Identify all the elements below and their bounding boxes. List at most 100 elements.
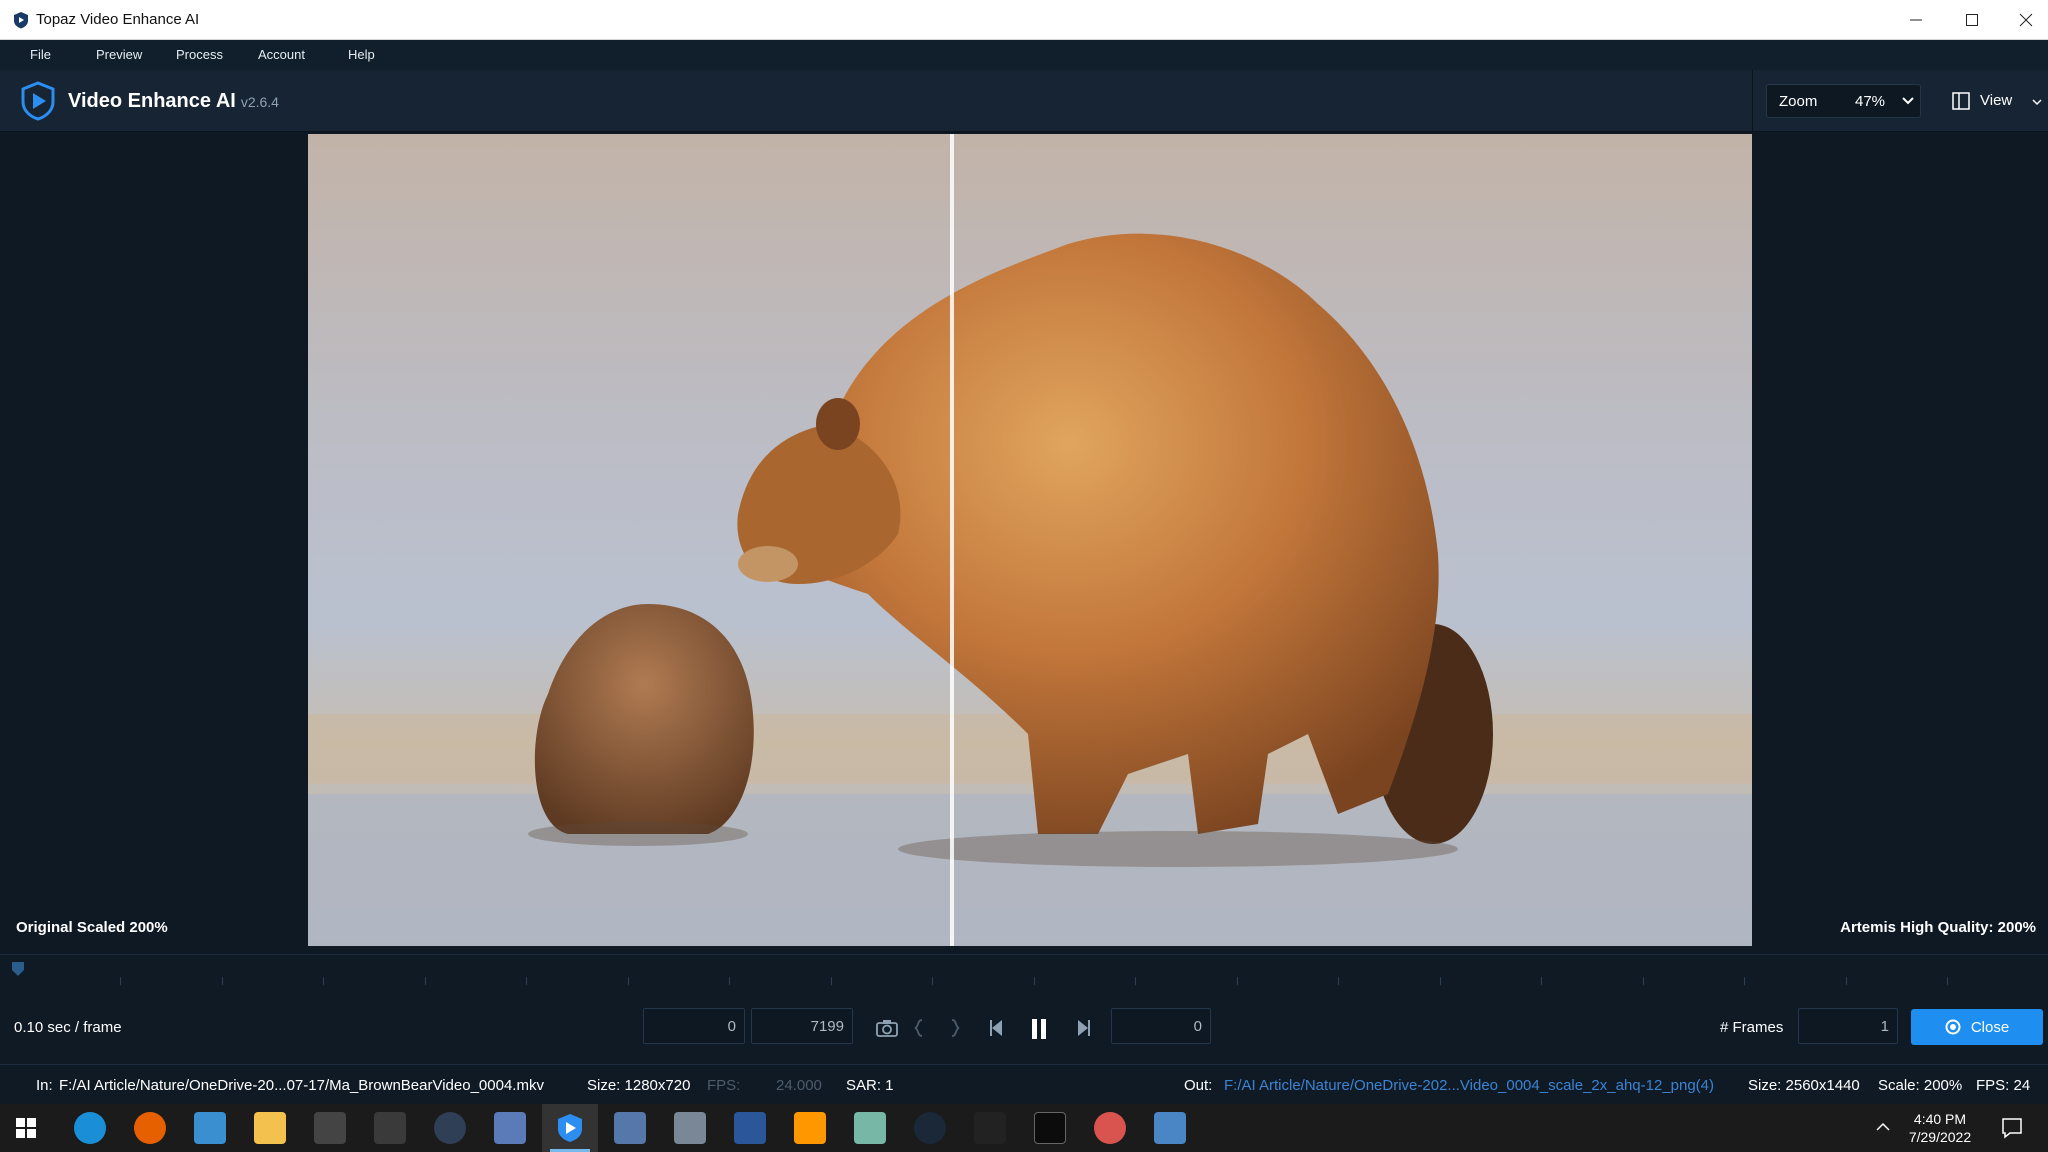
menu-account[interactable]: Account <box>252 45 311 64</box>
firefox-icon[interactable] <box>134 1112 166 1144</box>
processing-speed: 0.10 sec / frame <box>14 1019 122 1036</box>
caret-down-icon <box>2032 99 2042 106</box>
video-editor-icon[interactable] <box>314 1112 346 1144</box>
frames-label: # Frames <box>1720 1019 1784 1036</box>
close-button-label: Close <box>1970 1018 2010 1036</box>
timeline-tick <box>1643 977 1644 985</box>
timeline-tick <box>1338 977 1339 985</box>
timeline-tick <box>526 977 527 985</box>
file-explorer-icon[interactable] <box>254 1112 286 1144</box>
input-path: F:/AI Article/Nature/OneDrive-20...07-17… <box>59 1077 544 1094</box>
split-view-icon <box>1952 92 1970 110</box>
timeline-tick <box>1846 977 1847 985</box>
menu-help[interactable]: Help <box>342 45 381 64</box>
timeline-tick <box>425 977 426 985</box>
output-path-link[interactable]: F:/AI Article/Nature/OneDrive-202...Vide… <box>1224 1077 1714 1094</box>
menu-process[interactable]: Process <box>170 45 229 64</box>
windows-start-icon[interactable] <box>16 1118 36 1138</box>
app-name: Video Enhance AI v2.6.4 <box>68 90 279 113</box>
zoom-label: Zoom <box>1779 93 1818 110</box>
timeline-tick <box>932 977 933 985</box>
app-name-text: Video Enhance AI <box>68 90 236 112</box>
control-panel-icon[interactable] <box>194 1112 226 1144</box>
maximize-button[interactable] <box>1944 0 2000 40</box>
close-window-button[interactable] <box>1998 0 2048 40</box>
next-frame-icon[interactable] <box>1074 1018 1092 1038</box>
timeline-tick <box>729 977 730 985</box>
system-clock[interactable]: 4:40 PM 7/29/2022 <box>1900 1110 1980 1146</box>
previous-frame-icon[interactable] <box>988 1018 1006 1038</box>
timeline-tick <box>628 977 629 985</box>
app-header: Video Enhance AI v2.6.4 Zoom 47% View <box>0 70 2048 132</box>
input-label: In: <box>36 1077 53 1094</box>
clapperboard-icon[interactable] <box>374 1112 406 1144</box>
calculator-icon[interactable] <box>494 1112 526 1144</box>
view-button[interactable]: View <box>1940 84 2048 118</box>
header-divider <box>1752 70 1753 132</box>
set-in-point-icon[interactable] <box>914 1018 924 1038</box>
menu-file[interactable]: File <box>24 45 57 64</box>
sar-value: SAR: 1 <box>846 1077 894 1094</box>
pinwheel-icon[interactable] <box>1094 1112 1126 1144</box>
enhanced-preview-label: Artemis High Quality: 200% <box>1840 919 2036 936</box>
window-title: Topaz Video Enhance AI <box>36 11 200 28</box>
preview-image <box>308 134 1752 946</box>
start-frame-input[interactable]: 0 <box>643 1008 745 1044</box>
chevron-up-icon[interactable] <box>1876 1122 1890 1132</box>
printer-icon[interactable] <box>674 1112 706 1144</box>
notepad-icon[interactable] <box>854 1112 886 1144</box>
preview-viewer[interactable]: Original Scaled 200% Artemis High Qualit… <box>0 132 2048 954</box>
close-icon <box>2019 13 2033 27</box>
status-bar: In: F:/AI Article/Nature/OneDrive-20...0… <box>0 1064 2048 1104</box>
end-frame-input[interactable]: 7199 <box>751 1008 853 1044</box>
edge-icon[interactable] <box>74 1112 106 1144</box>
timeline-tick <box>1744 977 1745 985</box>
playhead-marker-icon[interactable] <box>10 961 26 977</box>
output-label: Out: <box>1184 1077 1213 1094</box>
current-frame-input[interactable]: 0 <box>1111 1008 1211 1044</box>
close-preview-button[interactable]: Close <box>1911 1009 2043 1045</box>
menu-bar: File Preview Process Account Help <box>0 40 2048 70</box>
maximize-icon <box>1966 14 1978 26</box>
output-fps: FPS: 24 <box>1976 1077 2031 1094</box>
timeline-tick <box>1947 977 1948 985</box>
audio-icon[interactable] <box>974 1112 1006 1144</box>
terminal-icon[interactable] <box>1034 1112 1066 1144</box>
pause-icon[interactable] <box>1030 1018 1048 1040</box>
output-size: Size: 2560x1440 <box>1748 1077 1860 1094</box>
timeline-scrubber[interactable] <box>0 954 2048 992</box>
timeline-tick <box>1237 977 1238 985</box>
clock-date: 7/29/2022 <box>1908 1129 1972 1145</box>
timeline-tick <box>1034 977 1035 985</box>
set-out-point-icon[interactable] <box>950 1018 960 1038</box>
photos-icon[interactable] <box>1154 1112 1186 1144</box>
paint-icon[interactable] <box>614 1112 646 1144</box>
notification-icon[interactable] <box>2000 1116 2024 1140</box>
camera-icon[interactable] <box>876 1018 898 1038</box>
input-size: Size: 1280x720 <box>587 1077 691 1094</box>
zoom-dropdown[interactable]: Zoom 47% <box>1766 84 1921 118</box>
fps-value: 24.000 <box>776 1077 822 1094</box>
frames-count-input[interactable]: 1 <box>1798 1008 1898 1044</box>
app-logo-icon <box>21 81 55 121</box>
topaz-icon[interactable] <box>554 1112 586 1144</box>
title-bar: Topaz Video Enhance AI <box>0 0 2048 40</box>
view-label: View <box>1980 92 2013 109</box>
word-icon[interactable] <box>734 1112 766 1144</box>
menu-preview[interactable]: Preview <box>90 45 148 64</box>
fps-label: FPS: <box>707 1077 741 1094</box>
steam-icon[interactable] <box>914 1112 946 1144</box>
split-divider-handle[interactable] <box>950 134 954 946</box>
minimize-icon <box>1910 19 1922 21</box>
topaz-app-icon <box>14 12 28 29</box>
minimize-button[interactable] <box>1888 0 1944 40</box>
original-preview-label: Original Scaled 200% <box>16 919 168 936</box>
output-scale: Scale: 200% <box>1878 1077 1963 1094</box>
zoom-value: 47% <box>1855 93 1886 110</box>
sublime-icon[interactable] <box>794 1112 826 1144</box>
timeline-tick <box>1135 977 1136 985</box>
davinci-resolve-icon[interactable] <box>434 1112 466 1144</box>
timeline-tick <box>1541 977 1542 985</box>
playback-controls: 0.10 sec / frame 0 7199 0 # Frames 1 Clo… <box>0 992 2048 1064</box>
chevron-down-icon <box>1902 97 1914 105</box>
